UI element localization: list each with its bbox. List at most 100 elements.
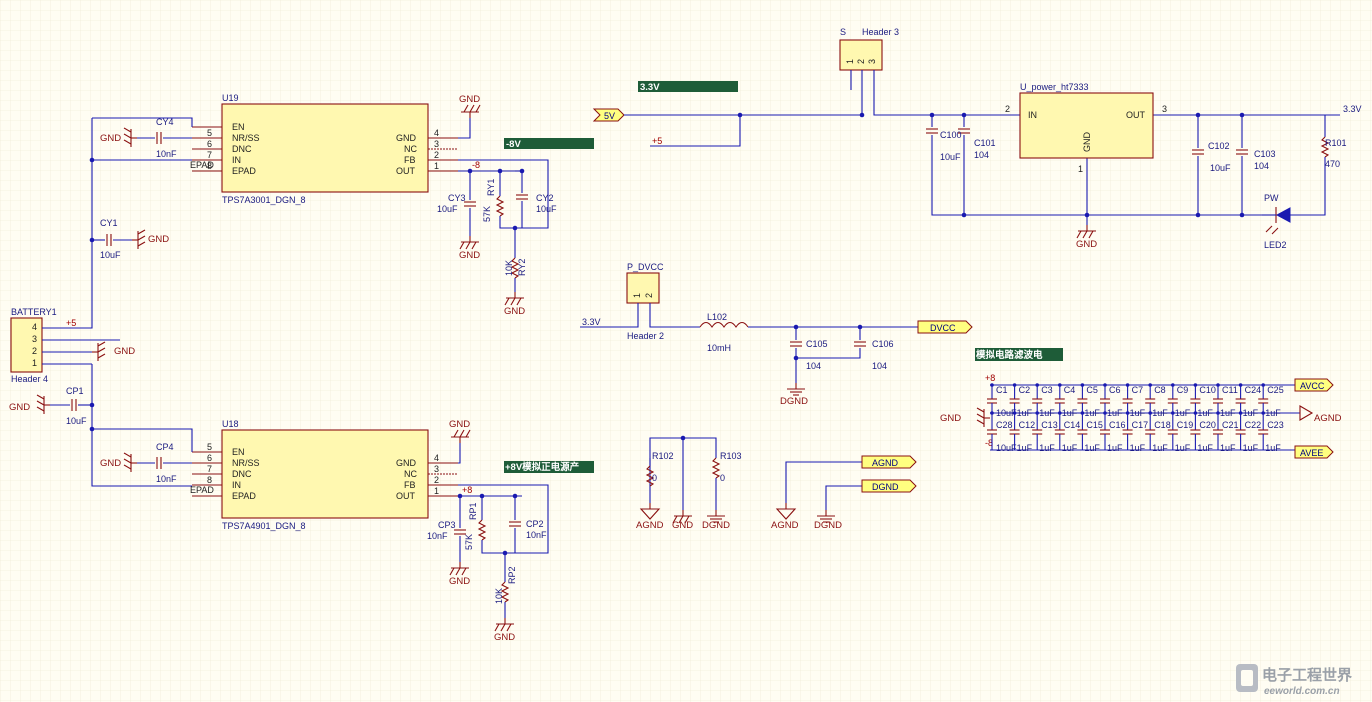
header3-pin-2: 2: [856, 59, 866, 64]
c106-val: 104: [872, 361, 887, 371]
c103-ref: C103: [1254, 149, 1276, 159]
net-label-pos8v[interactable]: +8V模拟正电源产: [504, 461, 594, 473]
l102-val: 10mH: [707, 343, 731, 353]
gnd-label-cp4: GND: [100, 458, 121, 469]
cp2-val: 10nF: [526, 530, 547, 540]
agnd-label-tie: AGND: [636, 520, 664, 531]
net-label-neg8v-text: -8V: [506, 139, 521, 150]
filter-cap-ref: C13: [1041, 420, 1058, 430]
filter-cap-val: 1uF: [1152, 408, 1168, 418]
u19-pin-fb: FB: [404, 155, 416, 165]
gnd-label-tie: GND: [672, 520, 693, 531]
cy4-ref: CY4: [156, 117, 174, 127]
u18-ref: U18: [222, 419, 239, 429]
dgnd-label-tie: DGND: [702, 520, 730, 531]
c105-ref: C105: [806, 339, 828, 349]
filter-cap-val: 1uF: [1039, 443, 1055, 453]
filter-cap-val: 1uF: [1265, 408, 1281, 418]
cp1-val: 10uF: [66, 416, 87, 426]
net-label-3v3[interactable]: 3.3V: [638, 81, 738, 93]
neg8-label: -8: [472, 160, 480, 170]
regulator-u18[interactable]: U18 TPS7A4901_DGN_8 EN NR/SS DNC IN EPAD…: [190, 419, 458, 531]
filter-cap-val: 1uF: [1017, 408, 1033, 418]
filter-cap-ref: C18: [1154, 420, 1171, 430]
filter-cap-val: 10uF: [996, 443, 1017, 453]
r102-ref: R102: [652, 451, 674, 461]
cp3-ref: CP3: [438, 520, 456, 530]
u19-pin-dnc: DNC: [232, 144, 252, 154]
port-avee[interactable]: AVEE: [1294, 445, 1334, 459]
u19-pin-in: IN: [232, 155, 241, 165]
u18-num-6: 6: [207, 453, 212, 463]
filter-cap-ref: C5: [1086, 385, 1098, 395]
ht7333-num-in: 2: [1005, 104, 1010, 114]
c101-val: 104: [974, 150, 989, 160]
filter-cap-ref: C8: [1154, 385, 1166, 395]
u19-pin-out: OUT: [396, 166, 416, 176]
filter-cap-val: 1uF: [1175, 443, 1191, 453]
u19-num-4: 4: [434, 128, 439, 138]
gnd-label-rp2: GND: [494, 632, 515, 643]
ry1-val: 57K: [482, 206, 492, 222]
port-agnd-2[interactable]: AGND: [861, 455, 917, 469]
ry1-ref: RY1: [486, 179, 496, 196]
u18-num-7: 7: [207, 464, 212, 474]
filter-cap-ref: C12: [1019, 420, 1036, 430]
regulator-u19[interactable]: U19 TPS7A3001_DGN_8 EN NR/SS DNC IN EPAD…: [190, 93, 458, 205]
filter-cap-ref: C23: [1267, 420, 1284, 430]
cy3-ref: CY3: [448, 193, 466, 203]
u18-num-1: 1: [434, 486, 439, 496]
battery-pin-4: 4: [32, 322, 37, 332]
battery-plus5: +5: [66, 318, 76, 328]
port-dvcc[interactable]: DVCC: [917, 320, 973, 334]
u18-num-2: 2: [434, 475, 439, 485]
u18-num-4: 4: [434, 453, 439, 463]
u19-num-6: 6: [207, 139, 212, 149]
cy2-ref: CY2: [536, 193, 554, 203]
led-label: PW: [1264, 193, 1279, 203]
header3-pin-3: 3: [867, 59, 877, 64]
gnd-label-u18: GND: [449, 419, 470, 430]
port-avcc-text: AVCC: [1300, 381, 1325, 391]
ry2-val: 10K: [504, 260, 514, 276]
u19-part: TPS7A3001_DGN_8: [222, 195, 306, 205]
u19-pin-nrss: NR/SS: [232, 133, 260, 143]
port-dgnd-2[interactable]: DGND: [861, 479, 917, 493]
filter-cap-ref: C2: [1019, 385, 1031, 395]
u19-pin-nc: NC: [404, 144, 417, 154]
filter-cap-val: 1uF: [1197, 408, 1213, 418]
pdvcc-part: Header 2: [627, 331, 664, 341]
filter-cap-val: 1uF: [1107, 408, 1123, 418]
filter-cap-val: 1uF: [1130, 443, 1146, 453]
filter-title-label[interactable]: 模拟电路滤波电: [975, 348, 1063, 361]
u18-pin-in: IN: [232, 480, 241, 490]
plus5-label-3v3: +5: [652, 136, 662, 146]
u18-pin-dnc: DNC: [232, 469, 252, 479]
gnd-label-battery: GND: [114, 346, 135, 357]
u18-pin-nc: NC: [404, 469, 417, 479]
cp2-ref: CP2: [526, 519, 544, 529]
c106-ref: C106: [872, 339, 894, 349]
ht7333-num-out: 3: [1162, 104, 1167, 114]
u18-pin-epad: EPAD: [232, 491, 256, 501]
u19-pin-en: EN: [232, 122, 245, 132]
header3-ref: S: [840, 27, 846, 37]
u18-epad-label: EPAD: [190, 485, 214, 495]
filter-cap-ref: C11: [1222, 385, 1238, 395]
filter-cap-val: 1uF: [1039, 408, 1055, 418]
watermark-url: eeworld.com.cn: [1264, 686, 1340, 697]
cy3-val: 10uF: [437, 204, 458, 214]
cy1-val: 10uF: [100, 250, 121, 260]
c101-ref: C101: [974, 138, 996, 148]
dgnd-label-dvcc: DGND: [780, 396, 808, 407]
filter-cap-val: 1uF: [1062, 408, 1078, 418]
net-label-neg8v[interactable]: -8V: [504, 138, 594, 150]
filter-cap-ref: C21: [1222, 420, 1239, 430]
filter-cap-val: 1uF: [1084, 408, 1100, 418]
port-avcc[interactable]: AVCC: [1294, 378, 1334, 392]
u19-num-1: 1: [434, 161, 439, 171]
filter-cap-ref: C14: [1064, 420, 1081, 430]
u18-part: TPS7A4901_DGN_8: [222, 521, 306, 531]
gnd-label-filter: GND: [940, 413, 961, 424]
filter-cap-ref: C25: [1267, 385, 1284, 395]
